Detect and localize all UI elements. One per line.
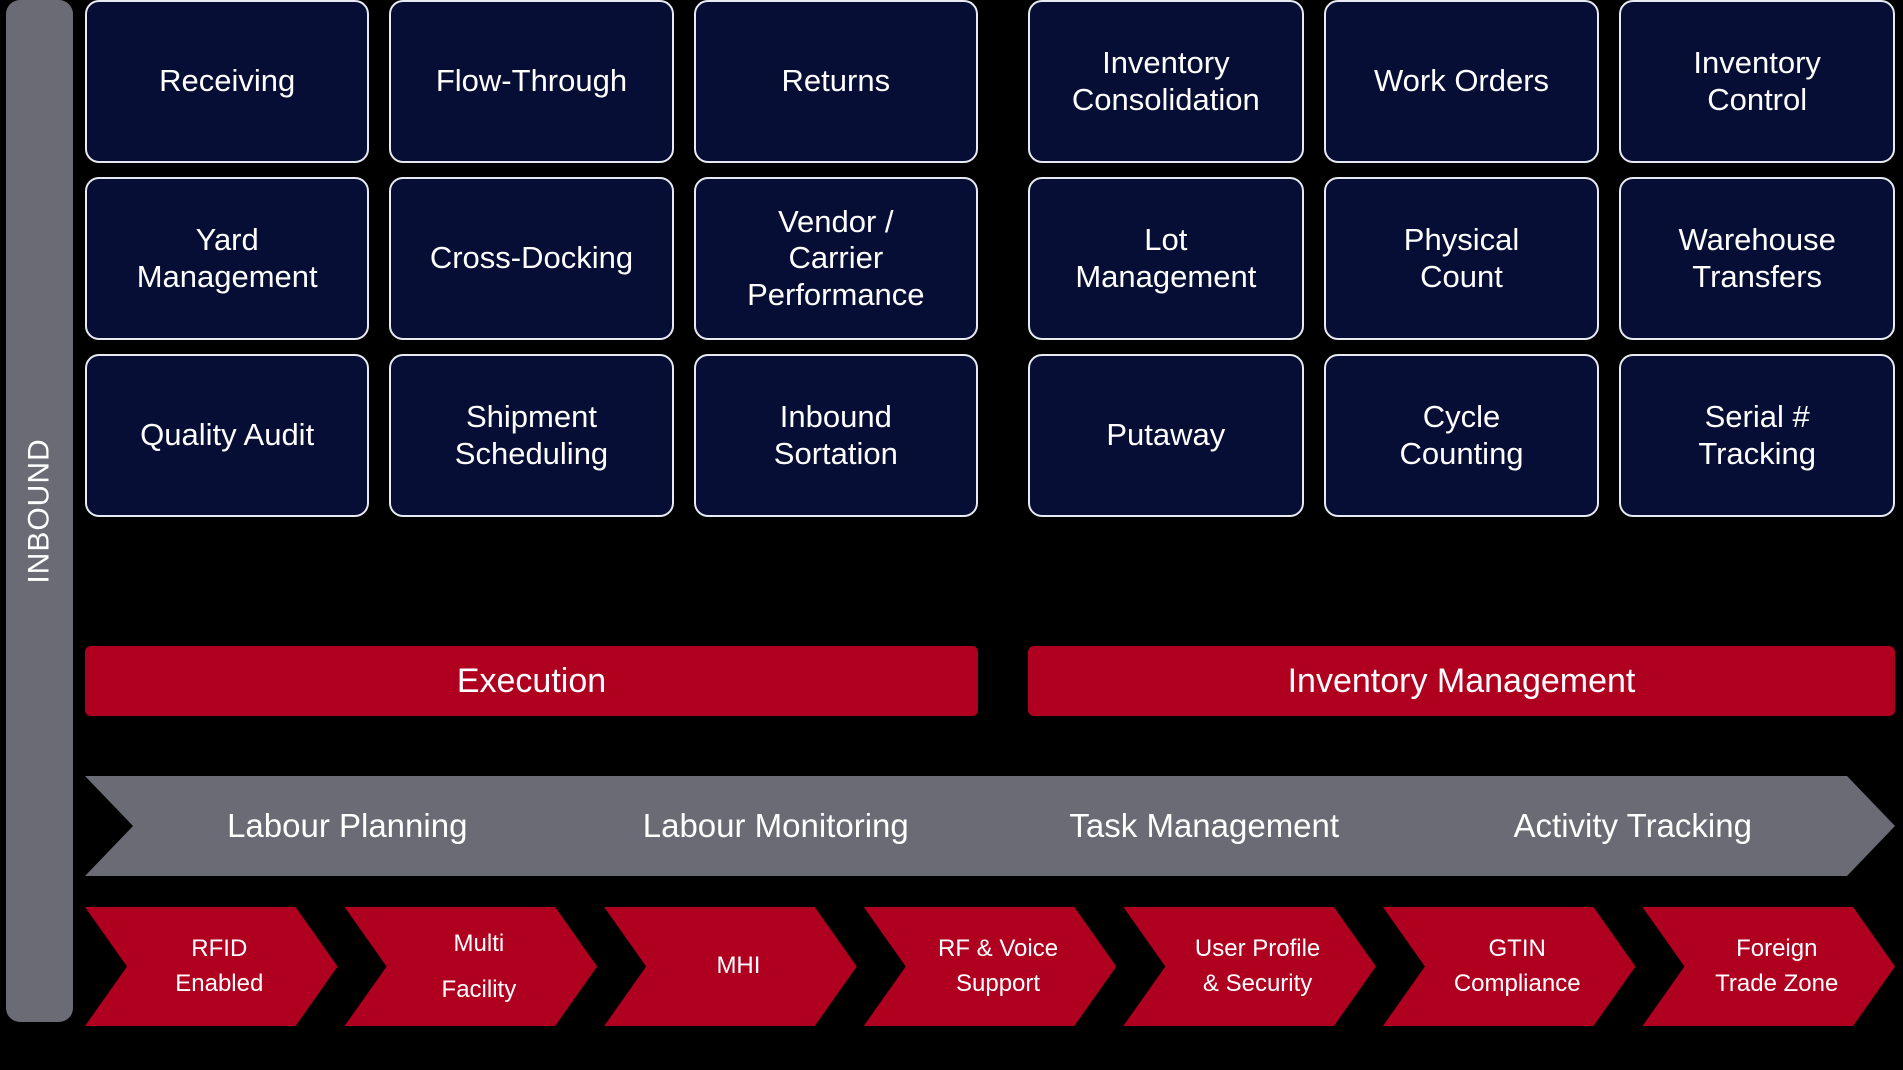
capability-card-yard-management[interactable]: Yard Management [85,177,370,340]
capability-card-receiving[interactable]: Receiving [85,0,370,163]
capability-card-quality-audit[interactable]: Quality Audit [85,354,370,517]
section-bar-label: Execution [456,661,607,700]
capability-card-inbound-sortation[interactable]: Inbound Sortation [693,354,978,517]
group-execution: Receiving Flow-Through Returns Yard Mana… [85,0,978,522]
card-label: Physical Count [1403,221,1520,294]
capability-card-physical-count[interactable]: Physical Count [1323,177,1600,340]
inbound-rail: INBOUND [6,0,73,1022]
labour-item-labour-planning[interactable]: Labour Planning [133,807,562,845]
card-label: Serial # Tracking [1698,398,1817,471]
card-label: Cycle Counting [1399,398,1524,471]
capability-card-flow-through[interactable]: Flow-Through [389,0,674,163]
chevron-label: Foreign Trade Zone [1715,934,1839,997]
card-label: Returns [781,63,891,99]
capability-card-work-orders[interactable]: Work Orders [1323,0,1600,163]
group-inventory: Inventory Consolidation Work Orders Inve… [1028,0,1896,522]
labour-item-labour-monitoring[interactable]: Labour Monitoring [562,807,991,845]
card-label: Shipment Scheduling [454,398,609,471]
chevron-multi-facility[interactable]: Multi Facility [345,907,598,1026]
card-label: Putaway [1106,417,1226,453]
card-label: Yard Management [136,221,318,294]
capability-grid: Receiving Flow-Through Returns Yard Mana… [85,0,1896,522]
chevron-gtin-compliance[interactable]: GTIN Compliance [1383,907,1636,1026]
chevron-label: User Profile & Security [1194,934,1321,997]
card-label: Lot Management [1075,221,1257,294]
card-label: Quality Audit [140,417,315,453]
card-row: Quality Audit Shipment Scheduling Inboun… [85,354,978,517]
card-label: Cross-Docking [429,240,634,276]
capability-card-vendor-carrier-performance[interactable]: Vendor / Carrier Performance [693,177,978,340]
chevron-label: RF & Voice Support [938,934,1059,997]
chevron-rf-voice-support[interactable]: RF & Voice Support [864,907,1117,1026]
card-row: Inventory Consolidation Work Orders Inve… [1028,0,1896,163]
labour-arrow-band: Labour Planning Labour Monitoring Task M… [85,776,1895,876]
capability-card-cycle-counting[interactable]: Cycle Counting [1323,354,1600,517]
feature-chevron-strip: RFID Enabled Multi Facility MHI RF & Voi… [85,907,1895,1026]
chevron-mhi[interactable]: MHI [604,907,857,1026]
chevron-user-profile-security[interactable]: User Profile & Security [1123,907,1376,1026]
card-row: Lot Management Physical Count Warehouse … [1028,177,1896,340]
capability-card-returns[interactable]: Returns [693,0,978,163]
chevron-foreign-trade-zone[interactable]: Foreign Trade Zone [1642,907,1895,1026]
labour-item-task-management[interactable]: Task Management [990,807,1419,845]
capability-card-lot-management[interactable]: Lot Management [1028,177,1304,340]
capability-card-serial-tracking[interactable]: Serial # Tracking [1619,354,1896,517]
chevron-label: Multi Facility [441,929,517,1003]
card-row: Putaway Cycle Counting Serial # Tracking [1028,354,1896,517]
card-row: Yard Management Cross-Docking Vendor / C… [85,177,978,340]
chevron-label: RFID Enabled [175,934,264,997]
card-row: Receiving Flow-Through Returns [85,0,978,163]
capability-card-inventory-control[interactable]: Inventory Control [1619,0,1896,163]
inbound-rail-label: INBOUND [22,438,56,584]
chevron-rfid-enabled[interactable]: RFID Enabled [85,907,338,1026]
card-label: Warehouse Transfers [1678,221,1836,294]
card-label: Inventory Consolidation [1071,44,1260,117]
capability-card-putaway[interactable]: Putaway [1028,354,1304,517]
card-label: Inbound Sortation [773,398,898,471]
card-label: Receiving [159,63,296,99]
capability-card-warehouse-transfers[interactable]: Warehouse Transfers [1619,177,1896,340]
section-bar-label: Inventory Management [1287,661,1636,700]
capability-card-cross-docking[interactable]: Cross-Docking [389,177,674,340]
diagram-canvas: INBOUND Receiving Flow-Through Returns Y… [0,0,1903,1070]
card-label: Flow-Through [435,63,628,99]
capability-card-inventory-consolidation[interactable]: Inventory Consolidation [1028,0,1304,163]
card-label: Inventory Control [1693,44,1821,117]
chevron-label: GTIN Compliance [1453,934,1581,997]
section-bar-inventory-management[interactable]: Inventory Management [1028,646,1895,716]
section-bar-execution[interactable]: Execution [85,646,978,716]
labour-item-activity-tracking[interactable]: Activity Tracking [1419,807,1848,845]
card-label: Vendor / Carrier Performance [747,203,925,312]
capability-card-shipment-scheduling[interactable]: Shipment Scheduling [389,354,674,517]
chevron-label: MHI [716,952,761,980]
card-label: Work Orders [1373,63,1550,99]
